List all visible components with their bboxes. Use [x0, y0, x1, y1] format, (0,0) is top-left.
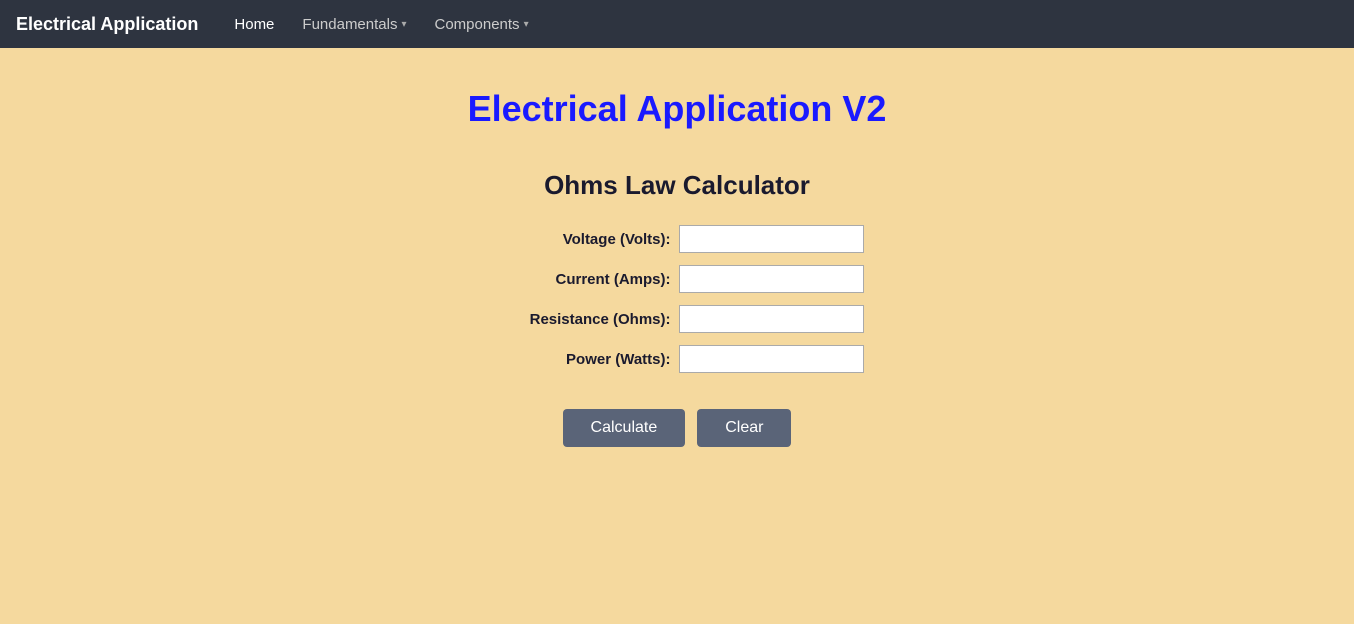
voltage-label: Voltage (Volts): — [491, 231, 671, 248]
current-input[interactable] — [679, 265, 864, 293]
current-label: Current (Amps): — [491, 271, 671, 288]
resistance-label: Resistance (Ohms): — [491, 311, 671, 328]
voltage-group: Voltage (Volts): — [491, 225, 864, 253]
voltage-input[interactable] — [679, 225, 864, 253]
power-group: Power (Watts): — [491, 345, 864, 373]
resistance-group: Resistance (Ohms): — [491, 305, 864, 333]
components-dropdown-icon: ▾ — [524, 19, 529, 30]
current-group: Current (Amps): — [491, 265, 864, 293]
nav-links: Home Fundamentals ▾ Components ▾ — [222, 8, 540, 41]
nav-link-fundamentals[interactable]: Fundamentals ▾ — [290, 8, 418, 41]
calculate-button[interactable]: Calculate — [563, 409, 686, 447]
power-label: Power (Watts): — [491, 351, 671, 368]
page-title: Electrical Application V2 — [468, 88, 887, 130]
nav-link-home[interactable]: Home — [222, 8, 286, 41]
calculator-title: Ohms Law Calculator — [544, 170, 810, 201]
main-content: Electrical Application V2 Ohms Law Calcu… — [0, 48, 1354, 487]
power-input[interactable] — [679, 345, 864, 373]
resistance-input[interactable] — [679, 305, 864, 333]
navbar: Electrical Application Home Fundamentals… — [0, 0, 1354, 48]
nav-link-components[interactable]: Components ▾ — [423, 8, 541, 41]
clear-button[interactable]: Clear — [697, 409, 791, 447]
button-row: Calculate Clear — [563, 409, 792, 447]
fundamentals-dropdown-icon: ▾ — [401, 19, 406, 30]
calculator-card: Ohms Law Calculator Voltage (Volts): Cur… — [491, 170, 864, 447]
nav-brand: Electrical Application — [16, 14, 198, 35]
